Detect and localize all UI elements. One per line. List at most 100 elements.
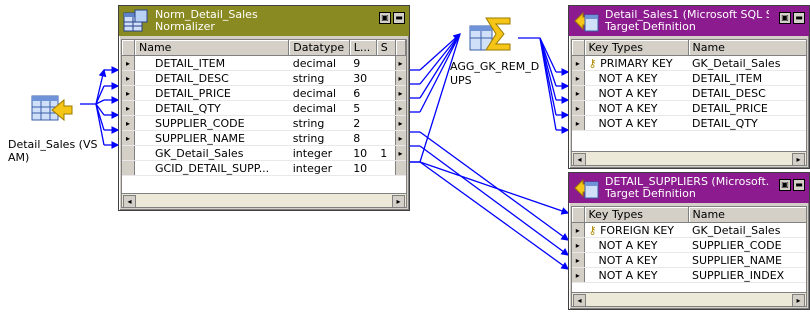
col-length[interactable]: L...: [349, 40, 377, 56]
scroll-right-icon[interactable]: ▸: [792, 294, 805, 306]
port-datatype: string: [288, 70, 350, 86]
input-port-icon[interactable]: ▸: [122, 55, 135, 71]
input-port-icon[interactable]: ▸: [572, 267, 585, 283]
scroll-left-icon[interactable]: ◂: [123, 195, 136, 207]
scroll-right-icon[interactable]: ▸: [792, 153, 805, 165]
port-length: 10: [349, 145, 377, 161]
table-row[interactable]: GCID_DETAIL_SUPP... integer 10: [122, 160, 406, 176]
target1-grid: Key Types Name ▸ ⚷ PRIMARY KEY GK_Detail_S…: [571, 39, 807, 166]
key-icon: ⚷: [588, 56, 597, 70]
key-icon: ⚷: [588, 223, 597, 237]
col-key-types[interactable]: Key Types: [584, 207, 689, 223]
key-type: FOREIGN KEY: [600, 223, 675, 237]
input-port-icon[interactable]: ▸: [572, 115, 585, 131]
port-name: SUPPLIER_NAME: [134, 130, 289, 146]
horizontal-scrollbar[interactable]: ◂ ▸: [572, 151, 806, 165]
target2-subtitle: Target Definition: [605, 187, 696, 200]
port-name: DETAIL_ITEM: [134, 55, 289, 71]
input-port-icon[interactable]: ▸: [122, 85, 135, 101]
table-row[interactable]: ▸ NOT A KEY DETAIL_ITEM: [572, 70, 806, 86]
input-port-icon[interactable]: ▸: [122, 100, 135, 116]
target-table-icon: [573, 9, 599, 33]
normalizer-titlebar[interactable]: Norm_Detail_Sales Normalizer ▣ ▬: [119, 6, 409, 36]
source-table-icon[interactable]: [30, 90, 74, 126]
output-port-icon[interactable]: ▸: [394, 70, 406, 86]
scroll-left-icon[interactable]: ◂: [573, 153, 586, 165]
aggregator-sigma-icon[interactable]: [468, 14, 514, 56]
input-port-icon[interactable]: ▸: [572, 100, 585, 116]
input-port-icon[interactable]: ▸: [572, 237, 585, 253]
restore-icon[interactable]: ▣: [379, 12, 391, 24]
output-port-icon[interactable]: ▸: [394, 115, 406, 131]
scroll-right-icon[interactable]: ▸: [392, 195, 405, 207]
table-row[interactable]: ▸ NOT A KEY DETAIL_QTY: [572, 115, 806, 131]
table-row[interactable]: ▸ NOT A KEY SUPPLIER_CODE: [572, 237, 806, 253]
minimize-icon[interactable]: ▬: [793, 179, 805, 191]
table-row[interactable]: ▸ SUPPLIER_CODE string 2 ▸: [122, 115, 406, 131]
normalizer-subtitle: Normalizer: [155, 20, 215, 33]
table-row[interactable]: ▸ NOT A KEY SUPPLIER_INDEX: [572, 267, 806, 283]
restore-icon[interactable]: ▣: [779, 12, 791, 24]
horizontal-scrollbar[interactable]: ◂ ▸: [572, 292, 806, 306]
col-scale[interactable]: S: [376, 40, 396, 56]
input-port-icon[interactable]: ▸: [572, 252, 585, 268]
output-port-icon[interactable]: ▸: [394, 130, 406, 146]
col-datatype[interactable]: Datatype: [288, 40, 350, 56]
col-name[interactable]: Name: [134, 40, 290, 56]
port-datatype: integer: [288, 145, 350, 161]
scroll-left-icon[interactable]: ◂: [573, 294, 586, 306]
col-name[interactable]: Name: [688, 40, 806, 56]
target-table-icon: [573, 176, 599, 200]
input-port-icon[interactable]: ▸: [572, 70, 585, 86]
input-port-icon[interactable]: ▸: [122, 130, 135, 146]
column-name: SUPPLIER_NAME: [688, 252, 806, 268]
col-key-types[interactable]: Key Types: [584, 40, 689, 56]
port-length: 5: [349, 100, 377, 116]
normalizer-transform[interactable]: Norm_Detail_Sales Normalizer ▣ ▬ Name Da…: [118, 5, 410, 211]
key-type: PRIMARY KEY: [600, 56, 673, 70]
column-name: DETAIL_ITEM: [688, 70, 806, 86]
target-detail-sales1[interactable]: Detail_Sales1 (Microsoft SQL S... Target…: [568, 5, 810, 169]
output-port-icon[interactable]: ▸: [394, 100, 406, 116]
target2-titlebar[interactable]: DETAIL_SUPPLIERS (Microsoft... Target De…: [569, 173, 809, 203]
table-row[interactable]: ▸ DETAIL_ITEM decimal 9 ▸: [122, 55, 406, 71]
port-name: GCID_DETAIL_SUPP...: [134, 160, 289, 176]
port-scale: [376, 115, 396, 131]
port-length: 10: [349, 160, 377, 176]
port-scale: [376, 85, 396, 101]
input-port-icon[interactable]: ▸: [572, 55, 585, 71]
column-name: SUPPLIER_CODE: [688, 237, 806, 253]
table-row[interactable]: ▸ ⚷ FOREIGN KEY GK_Detail_Sales: [572, 222, 806, 238]
column-name: SUPPLIER_INDEX: [688, 267, 806, 283]
output-port-icon[interactable]: ▸: [394, 55, 406, 71]
minimize-icon[interactable]: ▬: [793, 12, 805, 24]
port-scale: [376, 55, 396, 71]
output-port-icon[interactable]: ▸: [394, 145, 406, 161]
port-scale: [376, 130, 396, 146]
port-scale: [376, 70, 396, 86]
table-row[interactable]: ▸ DETAIL_DESC string 30 ▸: [122, 70, 406, 86]
minimize-icon[interactable]: ▬: [393, 12, 405, 24]
table-row[interactable]: ▸ NOT A KEY DETAIL_PRICE: [572, 100, 806, 116]
horizontal-scrollbar[interactable]: ◂ ▸: [122, 193, 406, 207]
table-row[interactable]: ▸ DETAIL_QTY decimal 5 ▸: [122, 100, 406, 116]
input-port-icon[interactable]: ▸: [122, 115, 135, 131]
normalizer-icon: [123, 9, 149, 33]
table-row[interactable]: ▸ DETAIL_PRICE decimal 6 ▸: [122, 85, 406, 101]
table-row[interactable]: ▸ SUPPLIER_NAME string 8 ▸: [122, 130, 406, 146]
output-port-icon[interactable]: ▸: [394, 85, 406, 101]
col-name[interactable]: Name: [688, 207, 806, 223]
input-port-icon[interactable]: ▸: [122, 70, 135, 86]
restore-icon[interactable]: ▣: [779, 179, 791, 191]
input-port-icon[interactable]: ▸: [572, 222, 585, 238]
table-row[interactable]: ▸ NOT A KEY SUPPLIER_NAME: [572, 252, 806, 268]
port-datatype: string: [288, 130, 350, 146]
input-port-icon[interactable]: ▸: [572, 85, 585, 101]
target1-titlebar[interactable]: Detail_Sales1 (Microsoft SQL S... Target…: [569, 6, 809, 36]
aggregator-label: AGG_GK_REM_DUPS: [450, 60, 540, 87]
target-detail-suppliers[interactable]: DETAIL_SUPPLIERS (Microsoft... Target De…: [568, 172, 810, 310]
table-row[interactable]: GK_Detail_Sales integer 10 1 ▸: [122, 145, 406, 161]
column-name: DETAIL_DESC: [688, 85, 806, 101]
table-row[interactable]: ▸ NOT A KEY DETAIL_DESC: [572, 85, 806, 101]
table-row[interactable]: ▸ ⚷ PRIMARY KEY GK_Detail_Sales: [572, 55, 806, 71]
